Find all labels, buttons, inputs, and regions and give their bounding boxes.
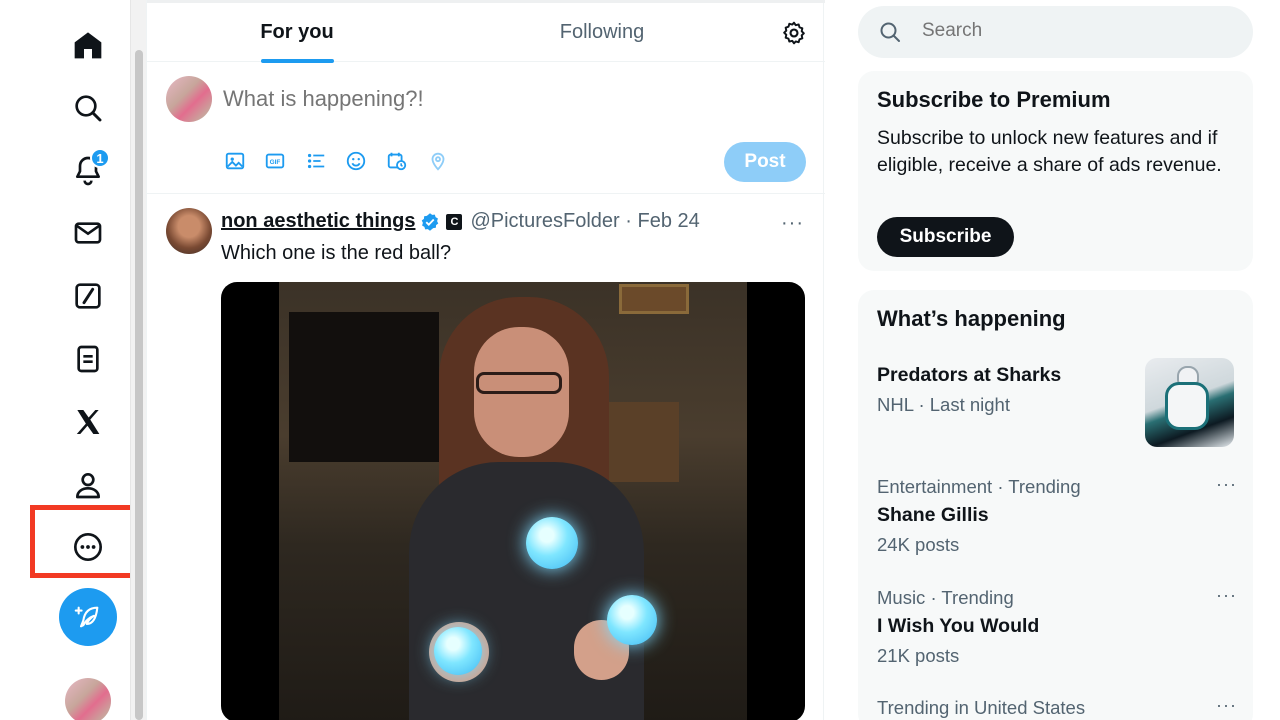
premium-card: Subscribe to Premium Subscribe to unlock…	[858, 71, 1253, 271]
premium-title: Subscribe to Premium	[877, 87, 1111, 112]
compose-post-button[interactable]	[59, 588, 117, 646]
nav-scrollbar[interactable]	[130, 0, 146, 720]
subscribe-button[interactable]: Subscribe	[877, 217, 1014, 257]
location-button[interactable]	[427, 150, 449, 172]
tweet-more-button[interactable]: ···	[781, 212, 804, 235]
thumb-jersey	[1165, 382, 1209, 430]
tweet-header: non aesthetic things C @PicturesFolder ·…	[221, 210, 700, 233]
video-bg-tv	[289, 312, 439, 462]
schedule-icon	[387, 152, 407, 171]
trend-meta: Music · Trending	[877, 587, 1014, 608]
feather-plus-icon	[74, 606, 99, 628]
video-person-body	[409, 462, 644, 720]
trend-count: 24K posts	[877, 534, 960, 555]
video-bg-frame	[619, 284, 689, 314]
timeline-tabs: For you Following	[147, 0, 825, 63]
premium-body: Subscribe to unlock new features and if …	[877, 127, 1222, 176]
search-icon	[75, 95, 102, 122]
x-logo-icon	[76, 410, 100, 434]
tweet-author-name[interactable]: non aesthetic things	[221, 210, 415, 233]
video-ball	[607, 595, 657, 645]
tweet-author-avatar[interactable]	[166, 208, 212, 254]
profile-icon	[76, 473, 100, 499]
trend-more-button[interactable]: ···	[1216, 585, 1237, 606]
composer: GIF Post	[147, 62, 825, 194]
app-root: 1 For you Following What is happening?! …	[0, 0, 1280, 720]
composer-avatar	[166, 76, 212, 122]
tweet-text: Which one is the red ball?	[221, 242, 452, 264]
post-button[interactable]: Post	[724, 142, 806, 182]
verified-badge-icon	[422, 212, 439, 231]
trend-meta: Trending in United States	[877, 697, 1086, 718]
nav-lists[interactable]	[60, 331, 116, 387]
lists-icon	[77, 345, 99, 373]
video-bg-shelf	[599, 402, 679, 482]
grok-icon	[75, 283, 101, 309]
trend-count: 21K posts	[877, 645, 960, 666]
trend-item[interactable]: Music · Trending I Wish You Would 21K po…	[877, 585, 1237, 671]
video-ball	[434, 627, 482, 675]
trend-meta: Entertainment · Trending	[877, 476, 1081, 497]
nav-explore[interactable]	[60, 80, 116, 136]
main-timeline: For you Following GIF	[146, 0, 825, 720]
nav-home[interactable]	[60, 17, 116, 73]
gear-icon[interactable]	[781, 20, 807, 46]
emoji-button[interactable]	[345, 150, 367, 172]
highlight-annotation	[30, 505, 137, 578]
tweet-handle-date[interactable]: @PicturesFolder · Feb 24	[470, 210, 699, 233]
right-sidebar: Subscribe to Premium Subscribe to unlock…	[858, 0, 1254, 720]
nav-premium[interactable]	[60, 394, 116, 450]
search-input[interactable]	[922, 20, 1222, 42]
tab-for-you[interactable]: For you	[247, 3, 347, 62]
poll-button[interactable]	[305, 150, 327, 172]
trend-thumbnail[interactable]	[1145, 358, 1234, 447]
tweet-video[interactable]	[221, 282, 805, 720]
trend-item[interactable]: Trending in United States ···	[877, 695, 1237, 720]
trend-item[interactable]: Entertainment · Trending Shane Gillis 24…	[877, 474, 1237, 560]
nav-scrollbar-thumb[interactable]	[135, 50, 143, 720]
location-icon	[431, 152, 445, 171]
whats-happening-title: What’s happening	[877, 306, 1066, 331]
video-person-glasses	[476, 372, 562, 394]
trend-name: I Wish You Would	[877, 615, 1040, 637]
video-frame	[279, 282, 747, 720]
nav-notifications[interactable]: 1	[60, 142, 116, 198]
media-button[interactable]	[224, 150, 246, 172]
gif-button[interactable]: GIF	[264, 150, 286, 172]
home-icon	[74, 32, 102, 59]
gif-icon: GIF	[265, 153, 285, 169]
trend-more-button[interactable]: ···	[1216, 474, 1237, 495]
notification-badge: 1	[90, 148, 110, 168]
search-box[interactable]	[858, 6, 1253, 58]
schedule-button[interactable]	[386, 150, 408, 172]
affiliate-badge-icon: C	[446, 213, 463, 230]
nav-messages[interactable]	[60, 205, 116, 261]
poll-icon	[307, 153, 325, 169]
trend-name: Shane Gillis	[877, 504, 989, 526]
mail-icon	[74, 222, 102, 244]
image-icon	[225, 152, 245, 170]
whats-happening-card: What’s happening Predators at Sharks NHL…	[858, 290, 1253, 720]
video-ball	[526, 517, 578, 569]
trend-more-button[interactable]: ···	[1216, 695, 1237, 716]
tweet[interactable]: non aesthetic things C @PicturesFolder ·…	[147, 194, 825, 720]
left-nav: 1	[0, 0, 146, 720]
tab-following[interactable]: Following	[552, 3, 652, 62]
emoji-icon	[346, 151, 366, 171]
search-icon	[880, 22, 900, 42]
account-avatar[interactable]	[65, 678, 111, 720]
compose-input[interactable]	[223, 86, 783, 112]
nav-grok[interactable]	[60, 268, 116, 324]
svg-text:GIF: GIF	[270, 159, 281, 166]
